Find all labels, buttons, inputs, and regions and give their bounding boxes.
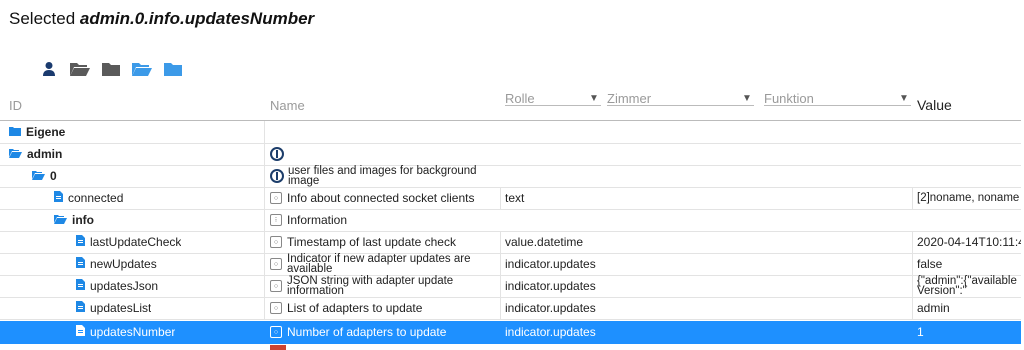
row-value[interactable]: [2]noname, noname	[917, 192, 1019, 204]
table-row[interactable]: newUpdates ○ Indicator if new adapter up…	[0, 253, 1021, 276]
row-role: text	[505, 191, 525, 205]
table-row[interactable]: updatesList ○ List of adapters to update…	[0, 297, 1021, 320]
row-name: user files and images for background ima…	[288, 165, 477, 187]
person-icon[interactable]	[38, 59, 60, 79]
table-row[interactable]: 0 user files and images for background i…	[0, 165, 1021, 188]
room-dropdown-icon[interactable]: ▼	[742, 93, 752, 104]
row-id: updatesList	[90, 301, 152, 315]
folder-closed-blue-icon[interactable]	[162, 59, 184, 79]
row-role: indicator.updates	[505, 301, 596, 315]
state-icon: ○	[270, 258, 282, 270]
function-filter-underline	[764, 105, 911, 106]
next-row-icon-partial	[270, 345, 286, 350]
row-id: 0	[50, 169, 57, 183]
row-id: updatesNumber	[90, 325, 176, 339]
row-value[interactable]: admin	[917, 301, 950, 315]
row-id: Eigene	[26, 125, 66, 139]
row-id: info	[72, 213, 94, 227]
role-filter-underline	[505, 105, 601, 106]
row-value[interactable]: 2020-04-14T10:11:4	[917, 235, 1021, 249]
role-dropdown-icon[interactable]: ▼	[589, 93, 599, 104]
file-icon	[54, 191, 63, 205]
row-role: indicator.updates	[505, 257, 596, 271]
selected-object-id: admin.0.info.updatesNumber	[79, 9, 315, 28]
row-value[interactable]: {"admin":{"availableVersion":"	[917, 275, 1021, 297]
toolbar	[38, 59, 184, 79]
column-room-filter[interactable]: Zimmer	[607, 91, 651, 106]
row-value[interactable]: false	[917, 257, 942, 271]
table-row[interactable]: updatesJson ○ JSON string with adapter u…	[0, 275, 1021, 298]
folder-closed-icon[interactable]	[100, 59, 122, 79]
function-dropdown-icon[interactable]: ▼	[899, 93, 909, 104]
column-function-filter[interactable]: Funktion	[764, 91, 814, 106]
column-name-header[interactable]: Name	[270, 98, 305, 113]
file-icon	[76, 325, 85, 339]
table-row[interactable]: admin	[0, 143, 1021, 166]
row-role: indicator.updates	[505, 325, 596, 339]
table-row[interactable]: connected ○ Info about connected socket …	[0, 187, 1021, 210]
file-icon	[76, 279, 85, 293]
table-header: ID Name Rolle ▼ Zimmer ▼ Funktion ▼ Valu…	[0, 88, 1021, 121]
row-name: Info about connected socket clients	[287, 191, 475, 205]
folder-open-blue-icon[interactable]	[131, 59, 153, 79]
column-value-header[interactable]: Value	[917, 97, 952, 113]
row-name: JSON string with adapter update informat…	[287, 275, 454, 297]
table-row[interactable]: info ⁝ Information	[0, 209, 1021, 232]
row-name: Indicator if new adapter updates are ava…	[287, 253, 471, 275]
state-icon: ○	[270, 236, 282, 248]
channel-icon: ⁝	[270, 214, 282, 226]
state-icon: ○	[270, 302, 282, 314]
folder-closed-icon[interactable]	[9, 125, 21, 139]
row-name: Number of adapters to update	[287, 325, 447, 339]
row-value[interactable]: 1	[917, 325, 924, 339]
folder-open-icon[interactable]	[32, 169, 45, 183]
state-icon: ○	[270, 192, 282, 204]
folder-open-icon[interactable]	[69, 59, 91, 79]
row-name: List of adapters to update	[287, 301, 423, 315]
row-role: indicator.updates	[505, 279, 596, 293]
row-name: Timestamp of last update check	[287, 235, 456, 249]
table-row-selected[interactable]: updatesNumber ○ Number of adapters to up…	[0, 321, 1021, 344]
iobroker-logo-icon	[270, 169, 284, 183]
file-icon	[76, 257, 85, 271]
row-id: newUpdates	[90, 257, 157, 271]
row-name: Information	[287, 213, 348, 227]
row-id: updatesJson	[90, 279, 159, 293]
column-role-filter[interactable]: Rolle	[505, 91, 535, 106]
iobroker-logo-icon	[270, 147, 284, 161]
state-icon: ○	[270, 280, 282, 292]
row-id: lastUpdateCheck	[90, 235, 182, 249]
file-icon	[76, 301, 85, 315]
row-id: connected	[68, 191, 124, 205]
table-row[interactable]: Eigene	[0, 121, 1021, 144]
column-id-header[interactable]: ID	[9, 98, 22, 113]
folder-open-icon[interactable]	[54, 213, 67, 227]
room-filter-underline	[607, 105, 754, 106]
page-title: Selected admin.0.info.updatesNumber	[9, 9, 314, 29]
row-id: admin	[27, 147, 63, 161]
table-row[interactable]: lastUpdateCheck ○ Timestamp of last upda…	[0, 231, 1021, 254]
folder-open-icon[interactable]	[9, 147, 22, 161]
title-prefix: Selected	[9, 9, 76, 28]
state-icon: ○	[270, 326, 282, 338]
row-role: value.datetime	[505, 235, 584, 249]
file-icon	[76, 235, 85, 249]
